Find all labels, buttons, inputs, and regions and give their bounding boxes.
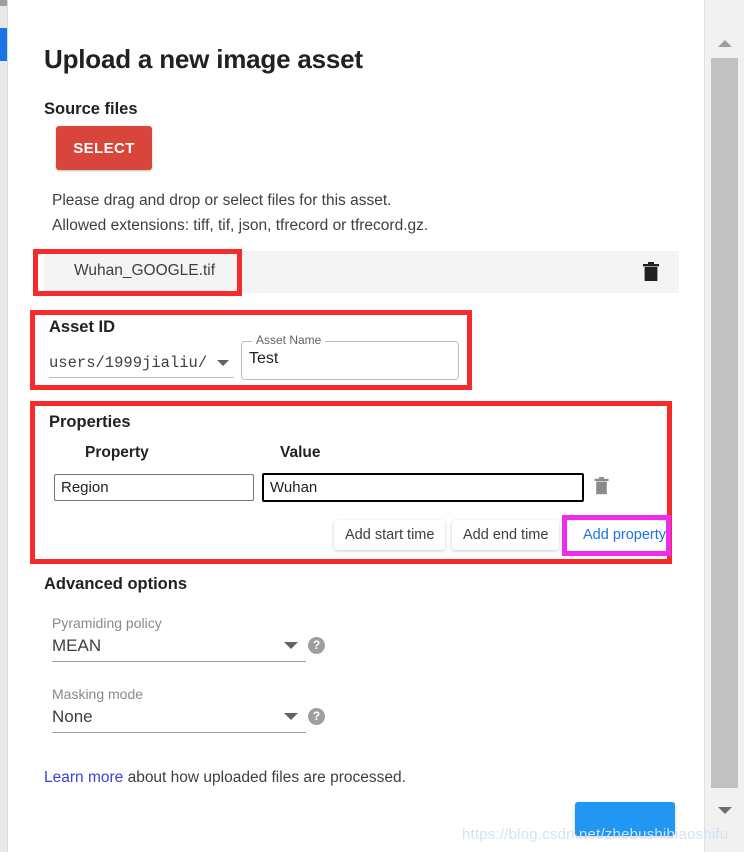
pyramiding-policy-label: Pyramiding policy [52,615,162,631]
asset-id-prefix-select[interactable]: users/1999jialiu/ [49,354,207,372]
background-page-accent [0,28,7,61]
scroll-down-arrow-icon[interactable] [705,795,744,825]
pyramiding-policy-underline [52,661,306,662]
select-files-button[interactable]: SELECT [56,126,152,170]
scrollbar-thumb[interactable] [711,58,738,788]
property-value-input[interactable] [262,473,584,502]
trash-icon[interactable] [594,477,609,495]
masking-mode-underline [52,732,306,733]
asset-name-value[interactable]: Test [249,350,278,368]
help-circle-icon[interactable]: ? [308,708,325,725]
masking-mode-value[interactable]: None [52,707,93,727]
masking-mode-label: Masking mode [52,686,144,702]
dialog-content: Upload a new image asset Source files SE… [9,0,704,852]
page-title: Upload a new image asset [44,44,363,74]
chevron-down-icon[interactable] [284,713,298,720]
column-header-property: Property [85,444,149,461]
source-files-help-text: Please drag and drop or select files for… [52,192,429,234]
learn-more-line: Learn more about how uploaded files are … [44,769,406,787]
add-end-time-button[interactable]: Add end time [452,520,560,550]
asset-id-heading: Asset ID [49,318,116,336]
background-page-edge [0,0,8,852]
learn-more-link[interactable]: Learn more [44,769,123,786]
pyramiding-policy-value[interactable]: MEAN [52,636,101,656]
watermark: https://blog.csdn.net/zhebushibiaoshifu [462,826,729,843]
trash-icon[interactable] [642,262,660,282]
help-circle-icon[interactable]: ? [308,637,325,654]
chevron-down-icon[interactable] [284,642,298,649]
chevron-down-icon[interactable] [217,360,229,366]
learn-more-rest: about how uploaded files are processed. [123,769,406,786]
asset-name-label: Asset Name [252,333,326,347]
asset-id-underline [49,377,234,378]
uploaded-file-name: Wuhan_GOOGLE.tif [74,262,215,279]
property-key-input[interactable] [54,474,254,501]
uploaded-file-row: Wuhan_GOOGLE.tif [44,251,679,293]
advanced-options-heading: Advanced options [44,575,188,593]
add-property-button[interactable]: Add property [575,520,675,550]
properties-heading: Properties [49,413,131,431]
add-start-time-button[interactable]: Add start time [334,520,446,550]
vertical-scrollbar[interactable] [704,0,744,852]
background-page-topbar [0,0,7,6]
scroll-up-arrow-icon[interactable] [705,28,744,58]
upload-asset-dialog: Upload a new image asset Source files SE… [9,0,744,852]
column-header-value: Value [280,444,321,461]
source-files-heading: Source files [44,100,138,118]
